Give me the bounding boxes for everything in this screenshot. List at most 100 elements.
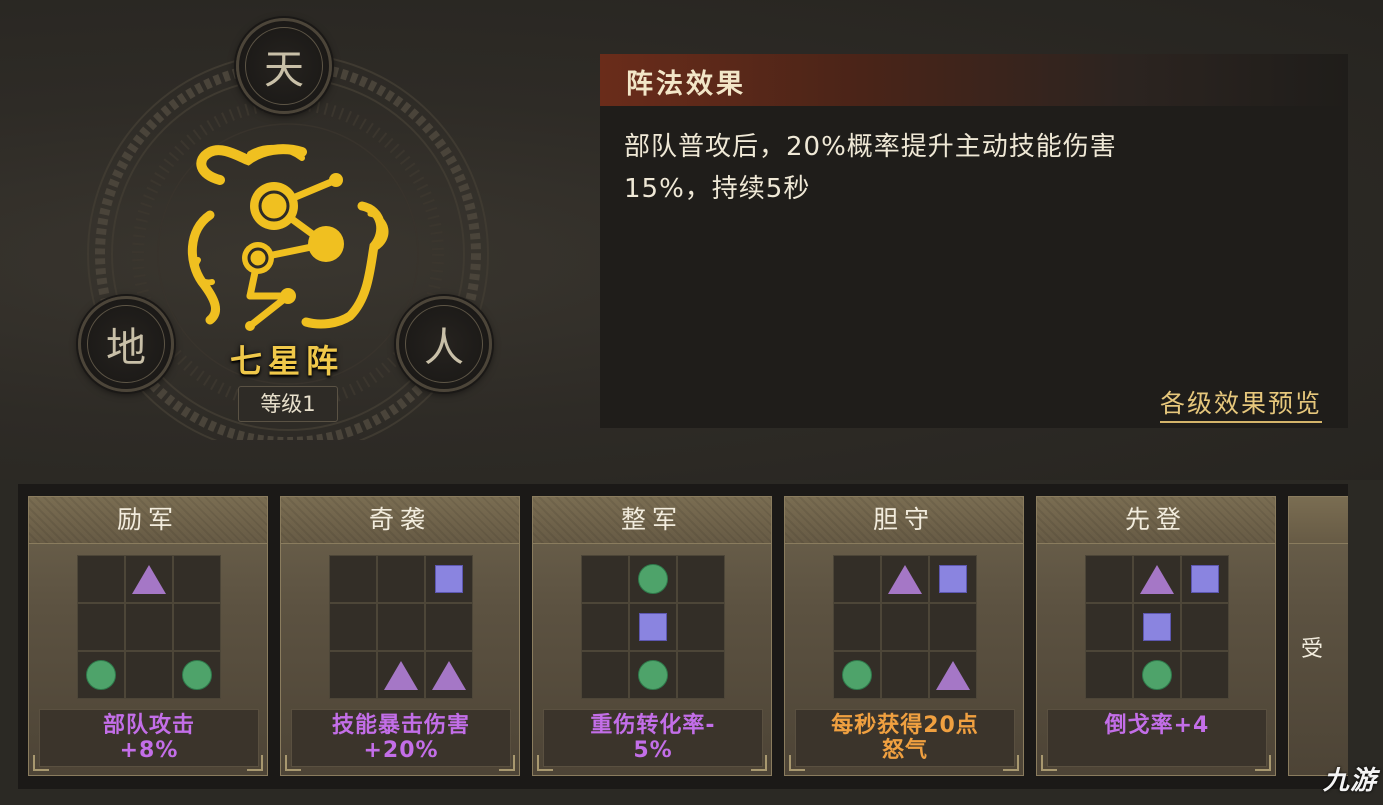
grid-cell	[377, 651, 425, 699]
formation-grid	[329, 555, 473, 699]
grid-cell	[425, 555, 473, 603]
formation-grid	[581, 555, 725, 699]
formation-card[interactable]: 励军部队攻击 +8%	[28, 496, 268, 776]
grid-cell	[1133, 651, 1181, 699]
formation-card-effect-line: 重伤转化率-	[590, 713, 716, 738]
circle-icon	[638, 660, 668, 690]
human-seal-icon: 人	[396, 296, 492, 392]
grid-cell	[1181, 555, 1229, 603]
grid-cell	[881, 555, 929, 603]
formation-level-badge: 等级1	[238, 386, 338, 422]
grid-cell	[329, 651, 377, 699]
corner-ornament-icon	[499, 755, 515, 771]
grid-cell	[1181, 651, 1229, 699]
corner-ornament-icon	[751, 755, 767, 771]
corner-ornament-icon	[789, 755, 805, 771]
level-effects-preview-link[interactable]: 各级效果预览	[1159, 384, 1322, 423]
formation-card-title: 先登	[1037, 497, 1275, 544]
formation-card[interactable]: 胆守每秒获得20点 怒气	[784, 496, 1024, 776]
formation-card[interactable]: 整军重伤转化率- 5%	[532, 496, 772, 776]
grid-cell	[173, 603, 221, 651]
grid-cell	[1181, 603, 1229, 651]
grid-cell	[629, 651, 677, 699]
grid-cell	[1133, 603, 1181, 651]
formation-card-partial[interactable]: 受	[1288, 496, 1348, 776]
formation-card-title: 胆守	[785, 497, 1023, 544]
formation-card-effect: 倒戈率+4	[1047, 709, 1267, 767]
square-icon	[1143, 613, 1171, 641]
corner-ornament-icon	[1255, 755, 1271, 771]
square-icon	[639, 613, 667, 641]
grid-cell	[377, 603, 425, 651]
formation-card-effect: 每秒获得20点 怒气	[795, 709, 1015, 767]
grid-cell	[929, 555, 977, 603]
grid-cell	[929, 651, 977, 699]
grid-cell	[929, 603, 977, 651]
grid-cell	[1085, 651, 1133, 699]
circle-icon	[1142, 660, 1172, 690]
grid-cell	[881, 603, 929, 651]
grid-cell	[1085, 603, 1133, 651]
corner-ornament-icon	[537, 755, 553, 771]
triangle-icon	[936, 660, 970, 690]
formation-card-partial-text: 受	[1301, 637, 1324, 662]
formation-card-effect-line: 部队攻击	[102, 713, 195, 738]
grid-cell	[329, 555, 377, 603]
square-icon	[1191, 565, 1219, 593]
triangle-icon	[888, 564, 922, 594]
effect-panel-title: 阵法效果	[626, 69, 746, 100]
formation-name: 七星阵	[229, 342, 344, 380]
formation-card[interactable]: 先登倒戈率+4	[1036, 496, 1276, 776]
corner-ornament-icon	[285, 755, 301, 771]
grid-cell	[629, 555, 677, 603]
grid-cell	[581, 603, 629, 651]
corner-ornament-icon	[247, 755, 263, 771]
formation-card-effect: 技能暴击伤害 +20%	[291, 709, 511, 767]
circle-icon	[842, 660, 872, 690]
grid-cell	[581, 555, 629, 603]
grid-cell	[833, 555, 881, 603]
formation-card-title: 励军	[29, 497, 267, 544]
earth-seal-icon: 地	[78, 296, 174, 392]
formation-card-effect-line: 每秒获得20点	[831, 713, 979, 738]
grid-cell	[125, 555, 173, 603]
effect-description: 部队普攻后，20%概率提升主动技能伤害 15%，持续5秒	[624, 126, 1264, 210]
circle-icon	[638, 564, 668, 594]
grid-cell	[677, 603, 725, 651]
grid-cell	[377, 555, 425, 603]
formation-card[interactable]: 奇袭 技能暴击伤害 +20%	[280, 496, 520, 776]
effect-description-line2: 15%，持续5秒	[624, 174, 811, 204]
triangle-icon	[132, 564, 166, 594]
grid-cell	[77, 651, 125, 699]
triangle-icon	[432, 660, 466, 690]
grid-cell	[677, 651, 725, 699]
watermark-logo: 九游	[1322, 766, 1377, 796]
heaven-seal-glyph: 天	[264, 47, 304, 93]
grid-cell	[329, 603, 377, 651]
grid-cell	[581, 651, 629, 699]
formation-card-effect-line: 怒气	[881, 738, 928, 763]
formation-card-title: 整军	[533, 497, 771, 544]
formation-card-effect-line: +8%	[119, 738, 179, 763]
formation-card-effect-line: 5%	[633, 738, 673, 763]
circle-icon	[86, 660, 116, 690]
triangle-icon	[384, 660, 418, 690]
grid-cell	[677, 555, 725, 603]
triangle-icon	[1140, 564, 1174, 594]
effect-panel-header: 阵法效果	[600, 54, 1348, 106]
grid-cell	[1133, 555, 1181, 603]
grid-cell	[833, 651, 881, 699]
corner-ornament-icon	[1041, 755, 1057, 771]
square-icon	[939, 565, 967, 593]
grid-cell	[125, 651, 173, 699]
corner-ornament-icon	[33, 755, 49, 771]
human-seal-glyph: 人	[424, 325, 464, 371]
formation-cards-strip: 励军 部队攻击 +8% 奇袭 技能暴击伤害 +20% 整军 重伤转化率- 5% 胆守 每秒获得20点…	[18, 484, 1348, 789]
grid-cell	[425, 651, 473, 699]
grid-cell	[125, 603, 173, 651]
heaven-seal-icon: 天	[236, 18, 332, 114]
grid-cell	[881, 651, 929, 699]
formation-card-effect-line: 技能暴击伤害	[331, 713, 470, 738]
square-icon	[435, 565, 463, 593]
grid-cell	[629, 603, 677, 651]
